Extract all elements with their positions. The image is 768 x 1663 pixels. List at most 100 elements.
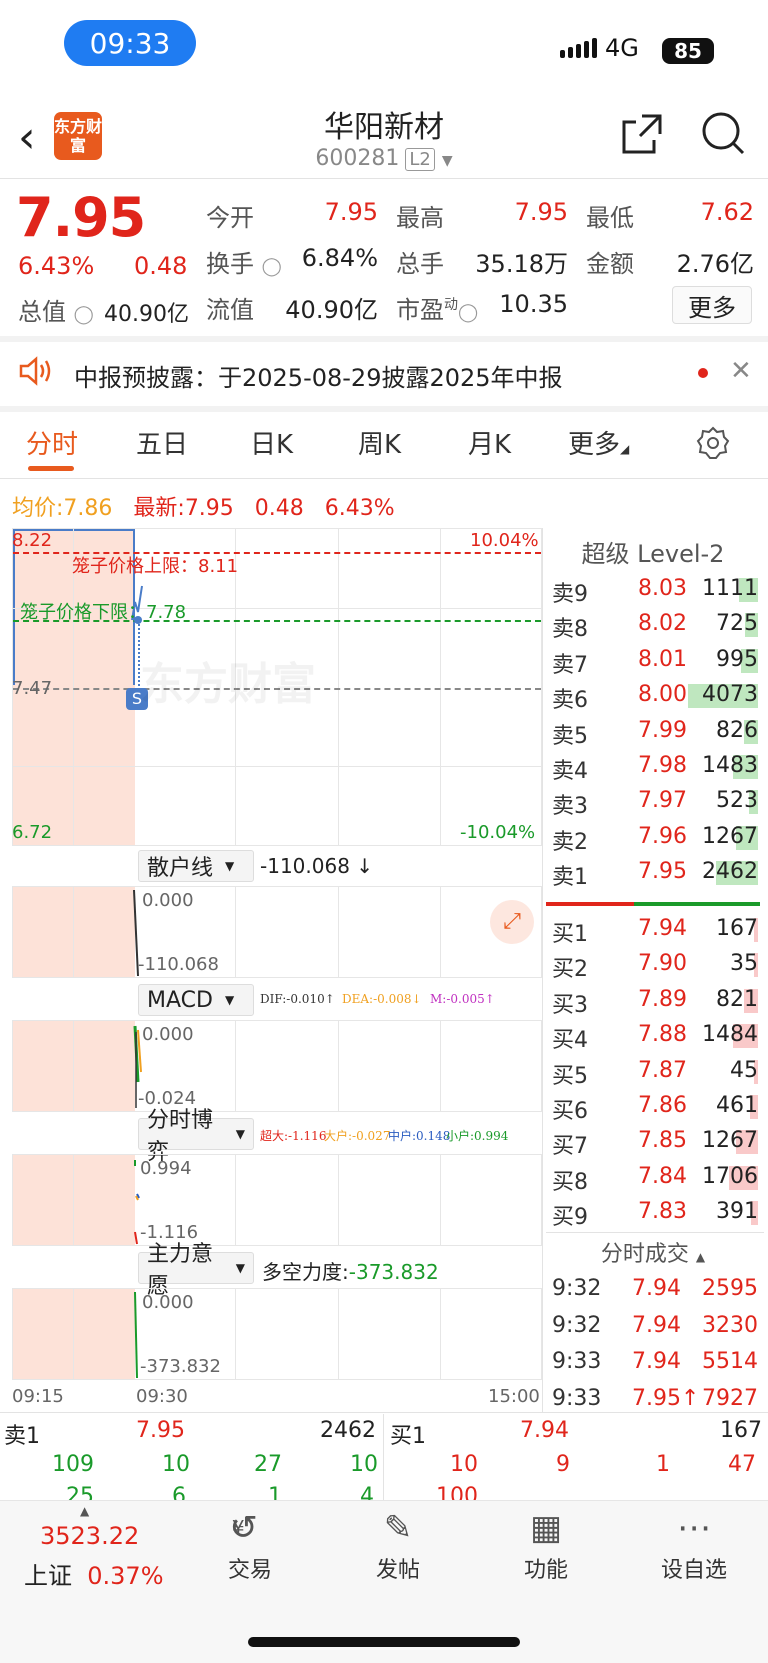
change-percent: 6.43% [18, 252, 95, 280]
zhuli-value: 多空力度:-373.832 [262, 1260, 439, 1284]
indicator-select-sanhu[interactable]: 散户线 ▼ [138, 850, 254, 882]
level-label: 卖3 [552, 794, 588, 820]
index-info[interactable]: 上证 0.37% [24, 1556, 164, 1591]
boyi-dahu: 大户:-0.027 [324, 1129, 391, 1143]
macd-dif: DIF:-0.010↑ [260, 992, 335, 1006]
level-volume: 1267 [702, 823, 758, 849]
level-volume: 826 [716, 717, 758, 743]
nav-functions[interactable]: ▦ 功能 [486, 1508, 606, 1584]
detail-sell-vol: 2462 [320, 1418, 376, 1443]
pct-high-label: 10.04% [470, 530, 539, 551]
ask-row[interactable]: 卖5 7.99 826 [546, 714, 760, 749]
bid-row[interactable]: 买6 7.86 461 [546, 1089, 760, 1124]
bid-row[interactable]: 买3 7.89 821 [546, 983, 760, 1018]
ask-row[interactable]: 卖2 7.96 1267 [546, 820, 760, 855]
trade-time: 9:33 [552, 1349, 602, 1374]
detail-buy-label: 买1 [390, 1424, 426, 1449]
ask-row[interactable]: 卖7 8.01 995 [546, 643, 760, 678]
change-amount: 0.48 [134, 252, 188, 280]
level-badge: L2 [405, 148, 435, 171]
sanhu-top: 0.000 [142, 890, 194, 911]
grid-line [73, 1155, 74, 1245]
grid-line [440, 529, 441, 845]
tab-more[interactable]: 更多◢ [568, 424, 629, 461]
divider [0, 1412, 768, 1413]
tab-intraday[interactable]: 分时 [26, 424, 78, 461]
grid-line [338, 887, 339, 977]
trades-title[interactable]: 分时成交 ▲ [546, 1236, 760, 1268]
sell-queue: 27 [254, 1452, 282, 1477]
level-label: 买4 [552, 1028, 588, 1054]
gear-icon[interactable] [696, 426, 730, 460]
level-label: 卖1 [552, 865, 588, 891]
bid-row[interactable]: 买9 7.83 391 [546, 1195, 760, 1231]
grid-line [73, 1289, 74, 1379]
bid-row[interactable]: 买8 7.84 1706 [546, 1160, 760, 1195]
divider [542, 528, 543, 1412]
grid-line [440, 887, 441, 977]
bid-row[interactable]: 买2 7.90 35 [546, 947, 760, 982]
expand-icon[interactable]: ⤢ [490, 900, 534, 944]
trade-row: 9:32 7.94 2595 [546, 1272, 760, 1306]
pre-market-area [13, 1021, 135, 1111]
open-label: 今开 [206, 204, 254, 232]
tab-five-day[interactable]: 五日 [136, 424, 188, 461]
pre-market-area [13, 1289, 135, 1379]
amount-label: 金额 [586, 250, 634, 278]
level-volume: 4073 [702, 682, 758, 708]
time-open: 09:30 [136, 1386, 188, 1407]
nav-trade[interactable]: ↺¥ 交易 [190, 1508, 310, 1584]
open-value: 7.95 [324, 198, 378, 226]
search-icon[interactable] [700, 110, 746, 156]
sell-queue: 10 [350, 1452, 378, 1477]
ask-row[interactable]: 卖3 7.97 523 [546, 784, 760, 820]
indicator-select-zhuli[interactable]: 主力意愿 ▼ [138, 1242, 254, 1299]
grid-line [338, 1289, 339, 1379]
tab-monthly-k[interactable]: 月K [468, 424, 511, 461]
buy-queue: 47 [728, 1452, 756, 1477]
bid-row[interactable]: 买1 7.94 167 [546, 912, 760, 947]
detail-sell-price: 7.95 [136, 1418, 185, 1443]
more-button[interactable]: 更多 [672, 286, 752, 324]
level-label: 买9 [552, 1205, 588, 1231]
indicator-select-macd[interactable]: MACD ▼ [138, 984, 254, 1016]
close-icon[interactable]: ✕ [730, 356, 752, 386]
level2-title[interactable]: 超级 Level-2 [546, 534, 760, 569]
level-label: 买8 [552, 1169, 588, 1195]
nav-watchlist[interactable]: ⋯ 设自选 [634, 1508, 754, 1584]
nav-post[interactable]: ✎ 发帖 [338, 1508, 458, 1584]
tab-weekly-k[interactable]: 周K [358, 424, 401, 461]
float-cap-value: 40.90亿 [285, 296, 378, 324]
cage-upper-label: 笼子价格上限：8.11 [72, 556, 239, 577]
ask-row[interactable]: 卖4 7.98 1483 [546, 749, 760, 784]
level-price: 8.02 [638, 611, 687, 637]
level-label: 卖8 [552, 617, 588, 643]
pct-low-label: -10.04% [460, 822, 536, 843]
bid-row[interactable]: 买7 7.85 1267 [546, 1124, 760, 1159]
notice-text[interactable]: 中报预披露：于2025-08-29披露2025年中报 [74, 358, 563, 393]
ask-row[interactable]: 卖1 7.95 2462 [546, 855, 760, 891]
level-price: 8.03 [638, 576, 687, 601]
level-volume: 1484 [702, 1022, 758, 1048]
indicator-select-boyi[interactable]: 分时博弈 ▼ [138, 1108, 254, 1165]
tab-daily-k[interactable]: 日K [250, 424, 293, 461]
bid-row[interactable]: 买4 7.88 1484 [546, 1018, 760, 1054]
section-gap [0, 336, 768, 342]
level-volume: 523 [716, 788, 758, 814]
amount-value: 2.76亿 [676, 250, 754, 278]
level-volume: 995 [716, 646, 758, 672]
ask-row[interactable]: 卖6 8.00 4073 [546, 678, 760, 713]
ask-row[interactable]: 卖9 8.03 1111 [546, 572, 760, 607]
level-volume: 1706 [702, 1163, 758, 1189]
divider [546, 1232, 764, 1233]
trade-volume: 5514 [702, 1349, 758, 1374]
level-volume: 725 [716, 611, 758, 637]
home-indicator[interactable] [248, 1637, 520, 1647]
ask-row[interactable]: 卖8 8.02 725 [546, 607, 760, 643]
share-icon[interactable] [620, 112, 664, 156]
index-value[interactable]: 3523.22 [40, 1522, 139, 1550]
macd-top: 0.000 [142, 1024, 194, 1045]
y-low-label: 6.72 [12, 822, 53, 843]
trade-volume: 7927 [702, 1385, 758, 1411]
bid-row[interactable]: 买5 7.87 45 [546, 1054, 760, 1089]
